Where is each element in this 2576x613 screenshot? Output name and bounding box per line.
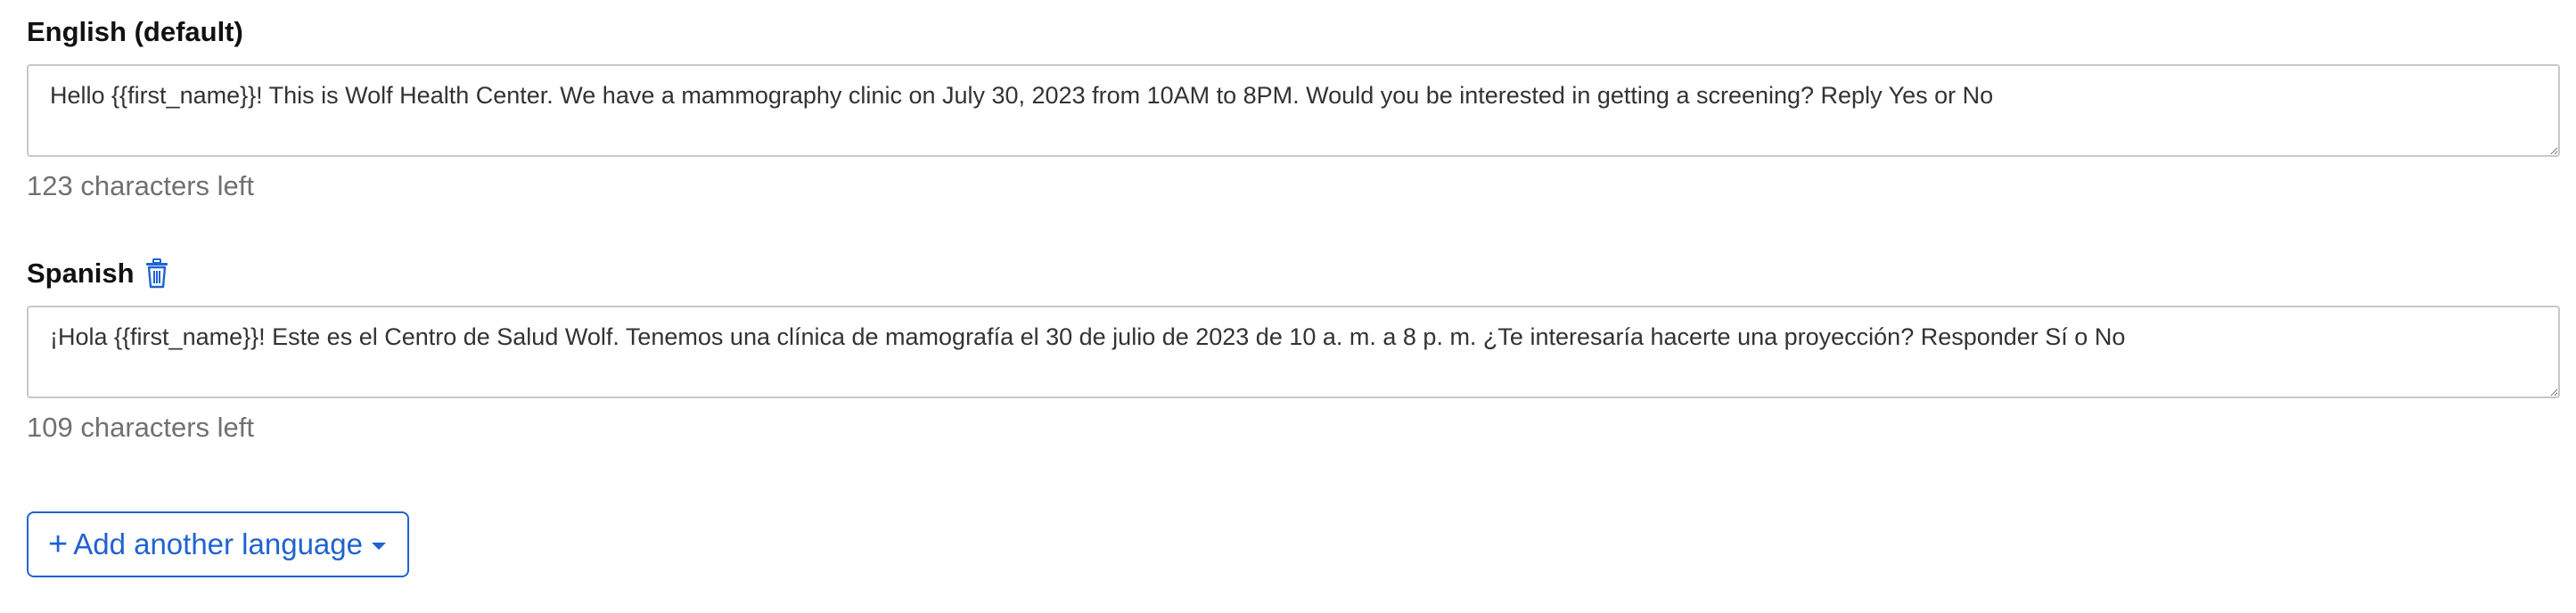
- language-block-english: English (default) Hello {{first_name}}! …: [27, 14, 2560, 202]
- language-label: English (default): [27, 16, 243, 47]
- add-another-language-button[interactable]: + Add another language: [27, 511, 409, 577]
- caret-down-icon: [371, 543, 386, 550]
- characters-left-counter: 109 characters left: [27, 412, 255, 443]
- language-label: Spanish: [27, 257, 135, 289]
- trash-icon[interactable]: [142, 257, 172, 290]
- plus-icon: +: [48, 526, 69, 563]
- language-block-spanish: Spanish ¡Hola {{first_name}}! Este es el…: [27, 256, 2560, 444]
- language-heading: English (default): [27, 14, 2560, 50]
- language-heading: Spanish: [27, 256, 2560, 291]
- message-input-english[interactable]: Hello {{first_name}}! This is Wolf Healt…: [27, 64, 2560, 157]
- add-language-label: Add another language: [73, 527, 363, 560]
- message-input-spanish[interactable]: ¡Hola {{first_name}}! Este es el Centro …: [27, 306, 2560, 398]
- characters-left-counter: 123 characters left: [27, 170, 255, 201]
